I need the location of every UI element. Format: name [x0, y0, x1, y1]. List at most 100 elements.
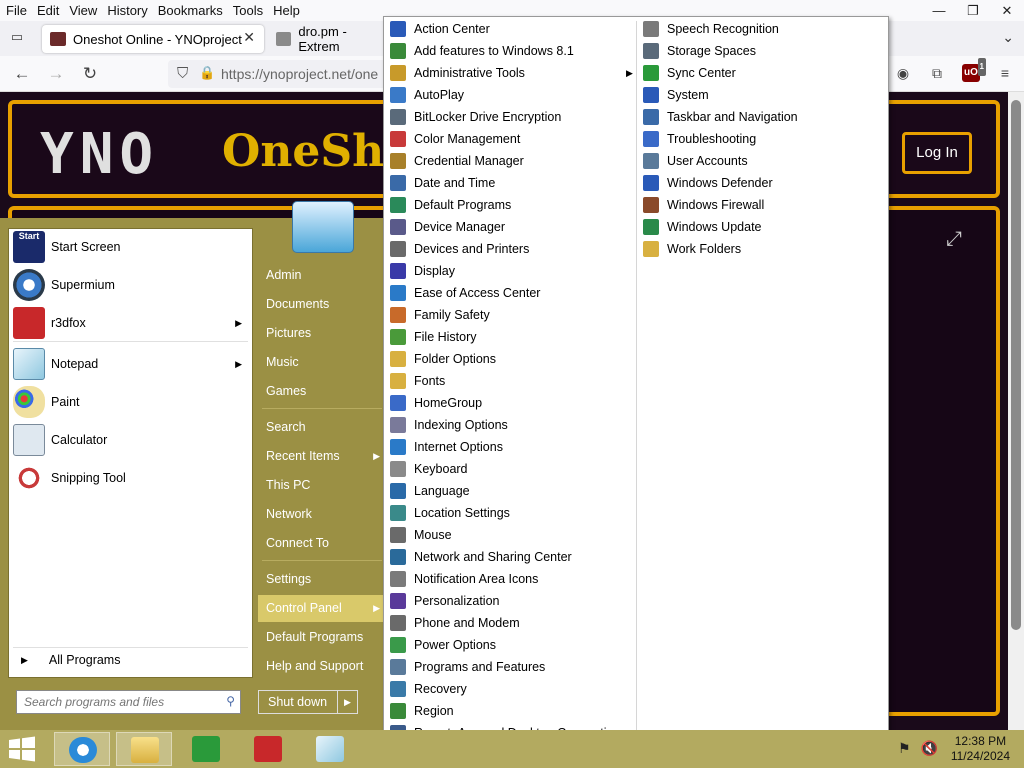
- place-search[interactable]: Search: [258, 414, 384, 441]
- taskbar-r3dfox[interactable]: [240, 732, 296, 766]
- place-default-programs[interactable]: Default Programs: [258, 624, 384, 651]
- program-calculator[interactable]: Calculator: [13, 422, 248, 458]
- cp-item-phone-and-modem[interactable]: Phone and Modem: [390, 612, 520, 634]
- menu-tools[interactable]: Tools: [228, 3, 268, 18]
- login-button[interactable]: Log In: [902, 132, 972, 174]
- menu-view[interactable]: View: [64, 3, 102, 18]
- cp-item-date-and-time[interactable]: Date and Time: [390, 172, 495, 194]
- program-snipping-tool[interactable]: Snipping Tool: [13, 460, 248, 496]
- cp-item-windows-firewall[interactable]: Windows Firewall: [643, 194, 764, 216]
- close-window-button[interactable]: ✕: [990, 0, 1024, 21]
- search-icon[interactable]: ⚲: [226, 694, 235, 708]
- account-icon[interactable]: ◉: [894, 64, 912, 82]
- shield-icon[interactable]: ⛉: [177, 65, 188, 82]
- cp-item-default-programs[interactable]: Default Programs: [390, 194, 511, 216]
- volume-muted-icon[interactable]: 🔇: [921, 740, 938, 757]
- cp-item-bitlocker-drive-encryption[interactable]: BitLocker Drive Encryption: [390, 106, 561, 128]
- cp-item-folder-options[interactable]: Folder Options: [390, 348, 496, 370]
- cp-item-work-folders[interactable]: Work Folders: [643, 238, 741, 260]
- program-r3dfox[interactable]: r3dfox ▶: [13, 305, 248, 341]
- all-programs-button[interactable]: ▶ All Programs: [21, 653, 120, 667]
- cp-item-notification-area-icons[interactable]: Notification Area Icons: [390, 568, 538, 590]
- cp-item-language[interactable]: Language: [390, 480, 470, 502]
- cp-item-display[interactable]: Display: [390, 260, 455, 282]
- cp-item-system[interactable]: System: [643, 84, 709, 106]
- cp-item-internet-options[interactable]: Internet Options: [390, 436, 503, 458]
- chevron-down-icon[interactable]: ⌄: [1002, 29, 1014, 46]
- taskbar-ie[interactable]: [54, 732, 110, 766]
- menu-edit[interactable]: Edit: [32, 3, 64, 18]
- back-icon[interactable]: ←: [11, 63, 33, 85]
- lock-icon[interactable]: 🔒: [199, 65, 215, 81]
- cp-item-user-accounts[interactable]: User Accounts: [643, 150, 748, 172]
- cp-item-troubleshooting[interactable]: Troubleshooting: [643, 128, 756, 150]
- cp-item-autoplay[interactable]: AutoPlay: [390, 84, 464, 106]
- reload-icon[interactable]: ↻: [79, 63, 101, 85]
- cp-item-windows-defender[interactable]: Windows Defender: [643, 172, 773, 194]
- program-paint[interactable]: Paint: [13, 384, 248, 420]
- menu-help[interactable]: Help: [268, 3, 305, 18]
- cp-item-recovery[interactable]: Recovery: [390, 678, 467, 700]
- cp-item-windows-update[interactable]: Windows Update: [643, 216, 762, 238]
- scrollbar-thumb[interactable]: [1011, 100, 1021, 630]
- cp-item-speech-recognition[interactable]: Speech Recognition: [643, 18, 779, 40]
- place-pictures[interactable]: Pictures: [258, 320, 384, 347]
- menu-file[interactable]: File: [0, 3, 32, 18]
- cp-item-storage-spaces[interactable]: Storage Spaces: [643, 40, 756, 62]
- place-control-panel[interactable]: Control Panel ▶: [258, 595, 384, 622]
- program-start-screen[interactable]: Start Start Screen: [13, 229, 248, 265]
- clock[interactable]: 12:38 PM 11/24/2024: [951, 734, 1010, 764]
- cp-item-file-history[interactable]: File History: [390, 326, 477, 348]
- shutdown-button[interactable]: Shut down ▶: [258, 690, 358, 714]
- cp-item-personalization[interactable]: Personalization: [390, 590, 499, 612]
- cp-item-location-settings[interactable]: Location Settings: [390, 502, 510, 524]
- place-admin[interactable]: Admin: [258, 262, 384, 289]
- menu-history[interactable]: History: [102, 3, 152, 18]
- cp-item-sync-center[interactable]: Sync Center: [643, 62, 736, 84]
- cp-item-add-features-to-windows-8-1[interactable]: Add features to Windows 8.1: [390, 40, 574, 62]
- place-settings[interactable]: Settings: [258, 566, 384, 593]
- shutdown-options-icon[interactable]: ▶: [337, 691, 357, 713]
- tab-oneshot[interactable]: Oneshot Online - YNOproject ✕: [42, 25, 264, 53]
- forward-icon[interactable]: →: [45, 63, 67, 85]
- user-picture-icon[interactable]: [292, 201, 354, 253]
- menu-icon[interactable]: ≡: [996, 64, 1014, 82]
- taskbar-explorer[interactable]: [116, 732, 172, 766]
- menu-bookmarks[interactable]: Bookmarks: [153, 3, 228, 18]
- cp-item-indexing-options[interactable]: Indexing Options: [390, 414, 508, 436]
- cp-item-devices-and-printers[interactable]: Devices and Printers: [390, 238, 529, 260]
- fullscreen-icon[interactable]: ⤢: [946, 228, 962, 251]
- cp-item-keyboard[interactable]: Keyboard: [390, 458, 468, 480]
- place-network[interactable]: Network: [258, 501, 384, 528]
- restore-button[interactable]: ❐: [956, 0, 990, 21]
- cp-item-ease-of-access-center[interactable]: Ease of Access Center: [390, 282, 540, 304]
- extensions-icon[interactable]: ⧉: [928, 64, 946, 82]
- cp-item-programs-and-features[interactable]: Programs and Features: [390, 656, 545, 678]
- cp-item-device-manager[interactable]: Device Manager: [390, 216, 505, 238]
- place-this-pc[interactable]: This PC: [258, 472, 384, 499]
- place-documents[interactable]: Documents: [258, 291, 384, 318]
- windows-start-icon[interactable]: [6, 735, 38, 763]
- program-notepad[interactable]: Notepad ▶: [13, 346, 248, 382]
- cp-item-action-center[interactable]: Action Center: [390, 18, 490, 40]
- cp-item-color-management[interactable]: Color Management: [390, 128, 520, 150]
- start-search-box[interactable]: ⚲: [16, 690, 241, 714]
- tab-list-icon[interactable]: ▭: [7, 29, 27, 47]
- cp-item-family-safety[interactable]: Family Safety: [390, 304, 490, 326]
- page-scrollbar[interactable]: [1008, 92, 1024, 730]
- cp-item-network-and-sharing-center[interactable]: Network and Sharing Center: [390, 546, 572, 568]
- minimize-button[interactable]: —: [922, 0, 956, 21]
- action-center-flag-icon[interactable]: ⚑: [898, 740, 911, 757]
- close-tab-icon[interactable]: ✕: [243, 29, 255, 46]
- search-input[interactable]: [17, 691, 217, 713]
- cp-item-credential-manager[interactable]: Credential Manager: [390, 150, 524, 172]
- cp-item-taskbar-and-navigation[interactable]: Taskbar and Navigation: [643, 106, 798, 128]
- cp-item-fonts[interactable]: Fonts: [390, 370, 445, 392]
- place-connect-to[interactable]: Connect To: [258, 530, 384, 557]
- place-music[interactable]: Music: [258, 349, 384, 376]
- cp-item-power-options[interactable]: Power Options: [390, 634, 496, 656]
- place-help-and-support[interactable]: Help and Support: [258, 653, 384, 680]
- taskbar-store[interactable]: [178, 732, 234, 766]
- taskbar-notepad[interactable]: [302, 732, 358, 766]
- program-supermium[interactable]: Supermium: [13, 267, 248, 303]
